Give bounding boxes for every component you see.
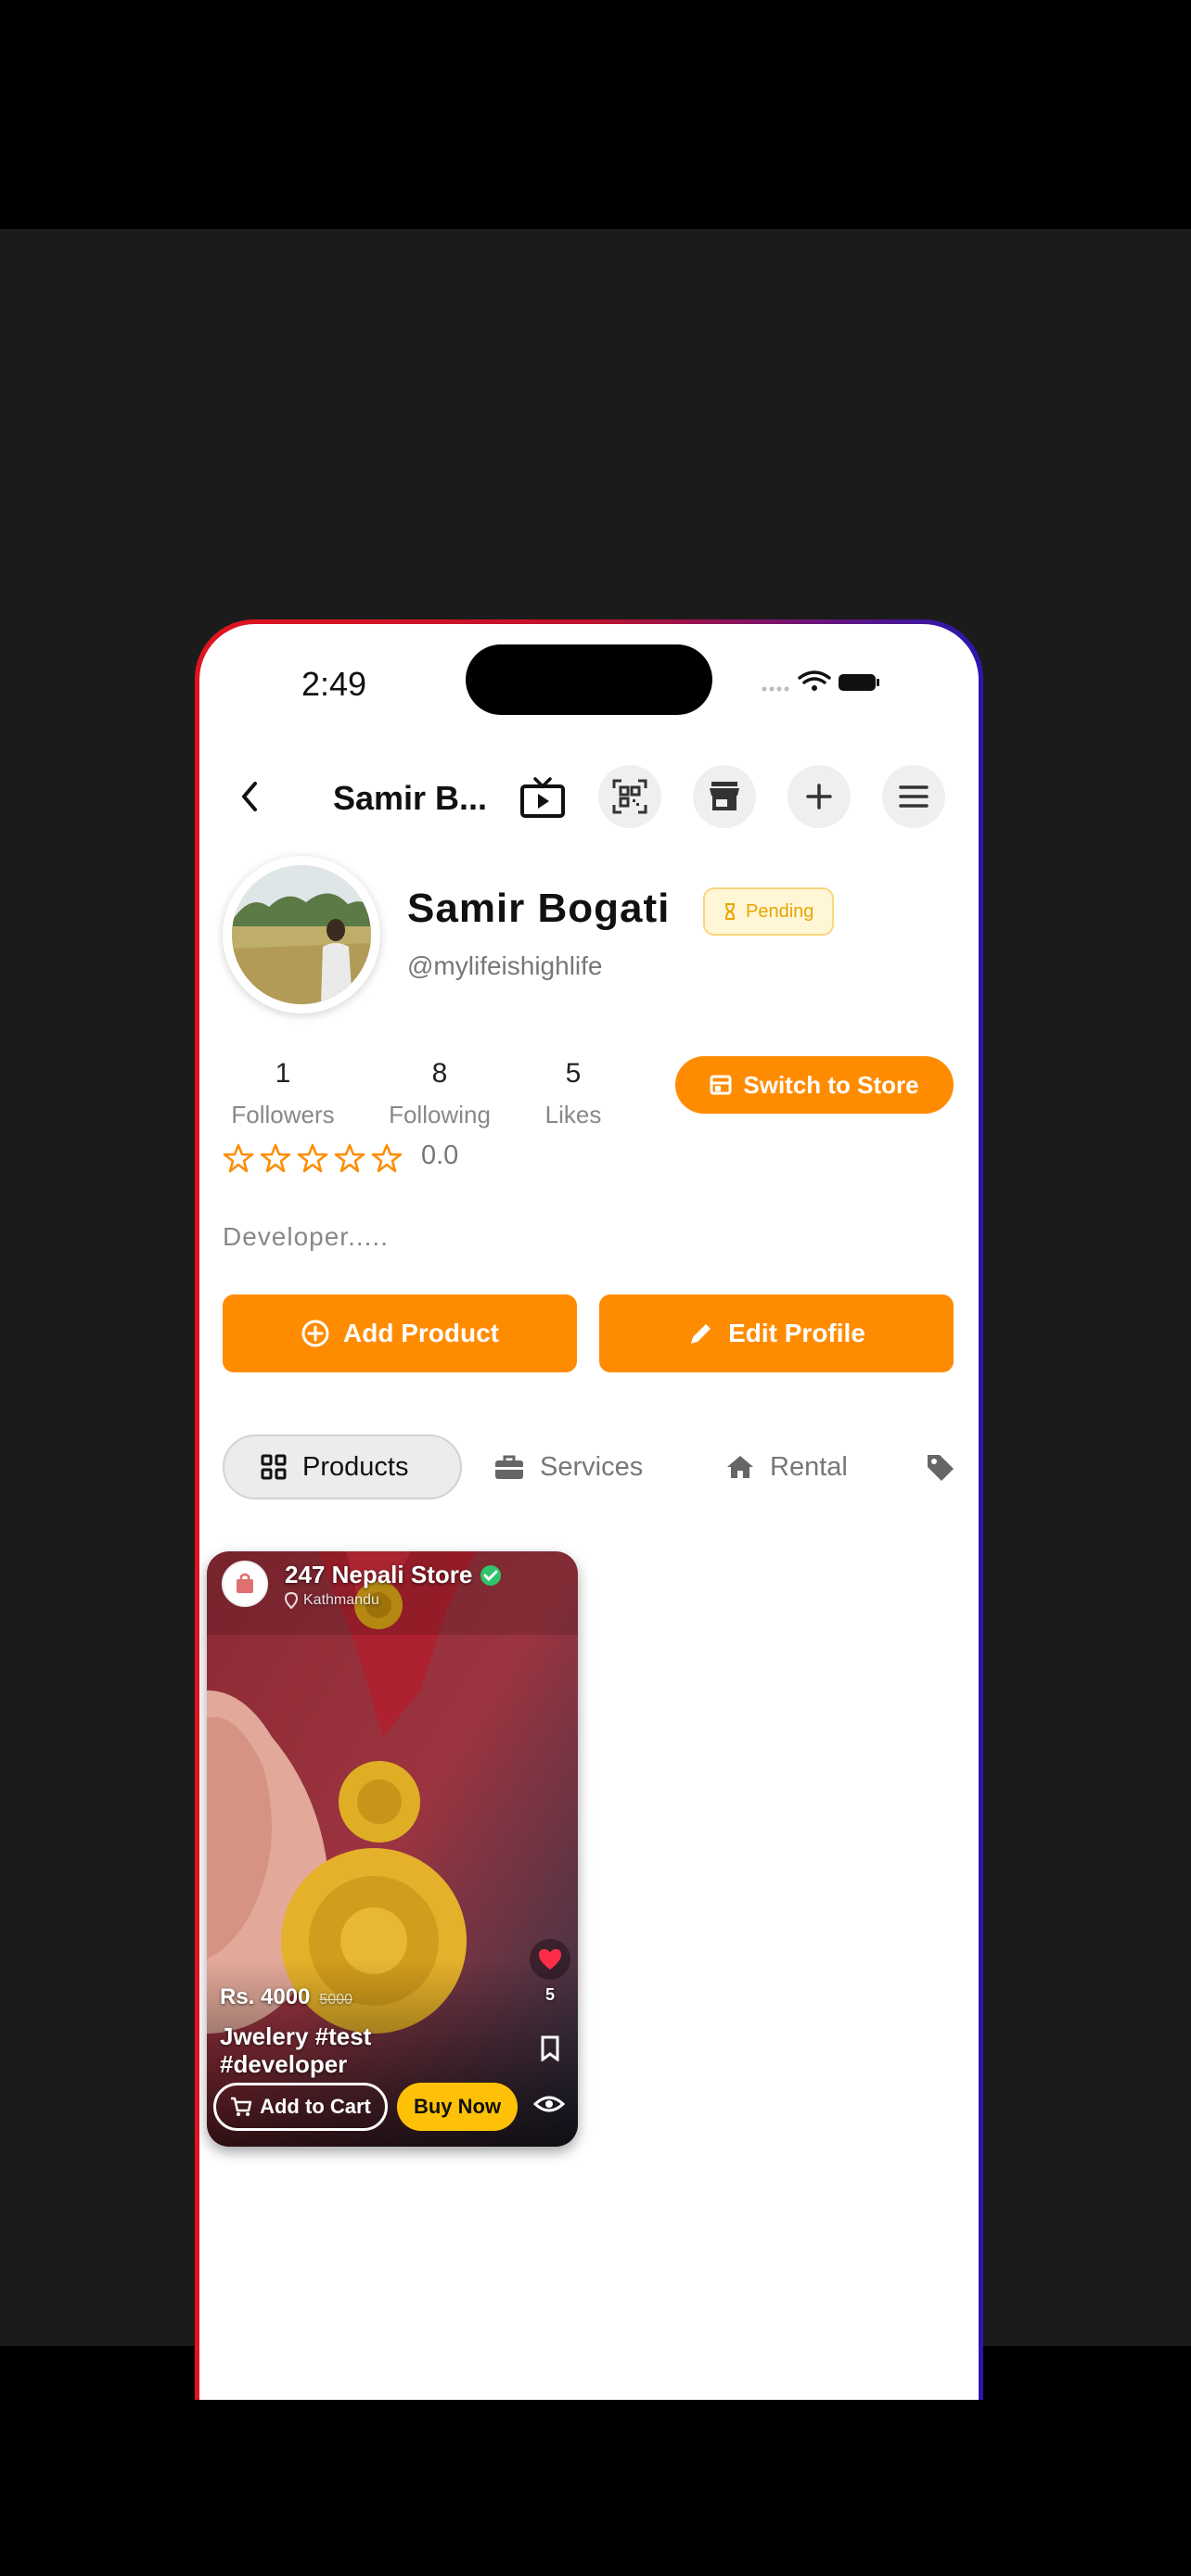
- like-button[interactable]: [530, 1939, 570, 1980]
- product-price: Rs. 4000: [220, 1984, 311, 2009]
- profile-bio: Developer.....: [223, 1222, 389, 1251]
- switch-to-store-button[interactable]: Switch to Store: [675, 1056, 954, 1114]
- product-title[interactable]: Jwelery #test #developer: [220, 2022, 371, 2078]
- qr-scan-icon: [612, 779, 647, 814]
- star-icon: [297, 1143, 328, 1173]
- star-icon: [334, 1143, 365, 1173]
- storefront-icon: [710, 782, 739, 810]
- add-to-cart-label: Add to Cart: [260, 2095, 371, 2118]
- status-badge: Pending: [703, 887, 835, 936]
- dynamic-island: [466, 644, 712, 715]
- tab-partial-next[interactable]: [925, 1435, 956, 1499]
- hamburger-menu-icon: [899, 785, 928, 808]
- stat-value: 1: [275, 1058, 291, 1089]
- product-title-line-2: #developer: [220, 2050, 348, 2078]
- like-count: 5: [544, 1985, 555, 2004]
- add-product-button[interactable]: Add Product: [223, 1294, 577, 1372]
- battery-icon: [839, 674, 879, 691]
- plus-icon: [806, 784, 832, 810]
- tab-rental[interactable]: Rental: [725, 1435, 848, 1499]
- store-switch-icon: [710, 1075, 732, 1095]
- rating-value: 0.0: [421, 1141, 459, 1170]
- edit-profile-button[interactable]: Edit Profile: [599, 1294, 954, 1372]
- product-title-line-1: Jwelery #test: [220, 2022, 372, 2050]
- tag-icon: [928, 1455, 954, 1481]
- verified-icon: [480, 1564, 502, 1586]
- profile-handle: @mylifeishighlife: [407, 951, 603, 980]
- phone-frame: 2:49 Samir B... Samir Bogati Pending @my…: [195, 619, 983, 2400]
- location-pin-icon: [285, 1592, 298, 1609]
- tab-rental-label: Rental: [770, 1451, 848, 1482]
- wifi-icon: [798, 670, 831, 684]
- stat-label: Followers: [231, 1101, 335, 1129]
- switch-to-store-label: Switch to Store: [743, 1070, 919, 1099]
- app-screen: 2:49 Samir B... Samir Bogati Pending @my…: [199, 624, 979, 2400]
- add-product-label: Add Product: [343, 1319, 499, 1347]
- product-old-price: 5000: [319, 1992, 352, 2008]
- stat-label: Likes: [544, 1101, 602, 1129]
- avatar[interactable]: [223, 856, 380, 1014]
- grid-icon: [261, 1454, 287, 1480]
- tab-services-label: Services: [540, 1451, 644, 1482]
- stat-value: 8: [431, 1058, 448, 1089]
- stat-likes[interactable]: 5 Likes: [508, 1058, 638, 1129]
- tab-products-label: Products: [302, 1451, 409, 1482]
- tab-services[interactable]: Services: [493, 1435, 643, 1499]
- bag-icon: [237, 1573, 253, 1593]
- rating-stars: [223, 1143, 403, 1173]
- stat-value: 5: [565, 1058, 582, 1089]
- signal-icon: [762, 686, 789, 692]
- product-price-row: Rs. 4000 5000: [220, 1984, 352, 2010]
- pencil-icon: [691, 1324, 711, 1344]
- star-icon: [371, 1143, 403, 1173]
- store-location: Kathmandu: [285, 1592, 379, 1609]
- store-location-label: Kathmandu: [303, 1592, 379, 1608]
- hourglass-icon: [725, 903, 735, 920]
- star-icon: [223, 1143, 254, 1173]
- store-button[interactable]: [693, 765, 756, 828]
- stat-label: Following: [389, 1101, 491, 1129]
- buy-now-label: Buy Now: [413, 2095, 502, 2118]
- bookmark-icon[interactable]: [539, 2035, 561, 2061]
- profile-name: Samir Bogati: [407, 886, 671, 931]
- store-name-label: 247 Nepali Store: [285, 1561, 473, 1588]
- stat-following[interactable]: 8 Following: [375, 1058, 505, 1129]
- add-circle-icon: [301, 1320, 329, 1347]
- add-to-cart-button[interactable]: Add to Cart: [213, 2083, 388, 2131]
- top-bar-title: Samir B...: [333, 779, 488, 817]
- status-badge-label: Pending: [746, 900, 814, 922]
- cart-icon: [231, 2097, 252, 2116]
- edit-profile-label: Edit Profile: [728, 1319, 865, 1347]
- product-card[interactable]: 247 Nepali Store Kathmandu 5 Rs. 4000 50…: [207, 1551, 578, 2147]
- status-icons: [762, 670, 879, 692]
- status-time: 2:49: [301, 665, 367, 703]
- store-name[interactable]: 247 Nepali Store: [285, 1561, 502, 1589]
- star-icon: [260, 1143, 291, 1173]
- store-avatar[interactable]: [222, 1561, 268, 1607]
- tab-products[interactable]: Products: [223, 1435, 462, 1499]
- heart-icon: [539, 1949, 561, 1970]
- buy-now-button[interactable]: Buy Now: [397, 2083, 518, 2131]
- stat-followers[interactable]: 1 Followers: [218, 1058, 348, 1129]
- home-icon: [727, 1456, 753, 1478]
- qr-scan-button[interactable]: [598, 765, 661, 828]
- back-icon[interactable]: [233, 778, 266, 815]
- add-button[interactable]: [788, 765, 851, 828]
- avatar-photo: [232, 865, 371, 1004]
- views-eye-icon[interactable]: [533, 2093, 565, 2115]
- live-tv-icon[interactable]: [519, 775, 567, 820]
- menu-button[interactable]: [882, 765, 945, 828]
- toolbox-icon: [495, 1455, 523, 1479]
